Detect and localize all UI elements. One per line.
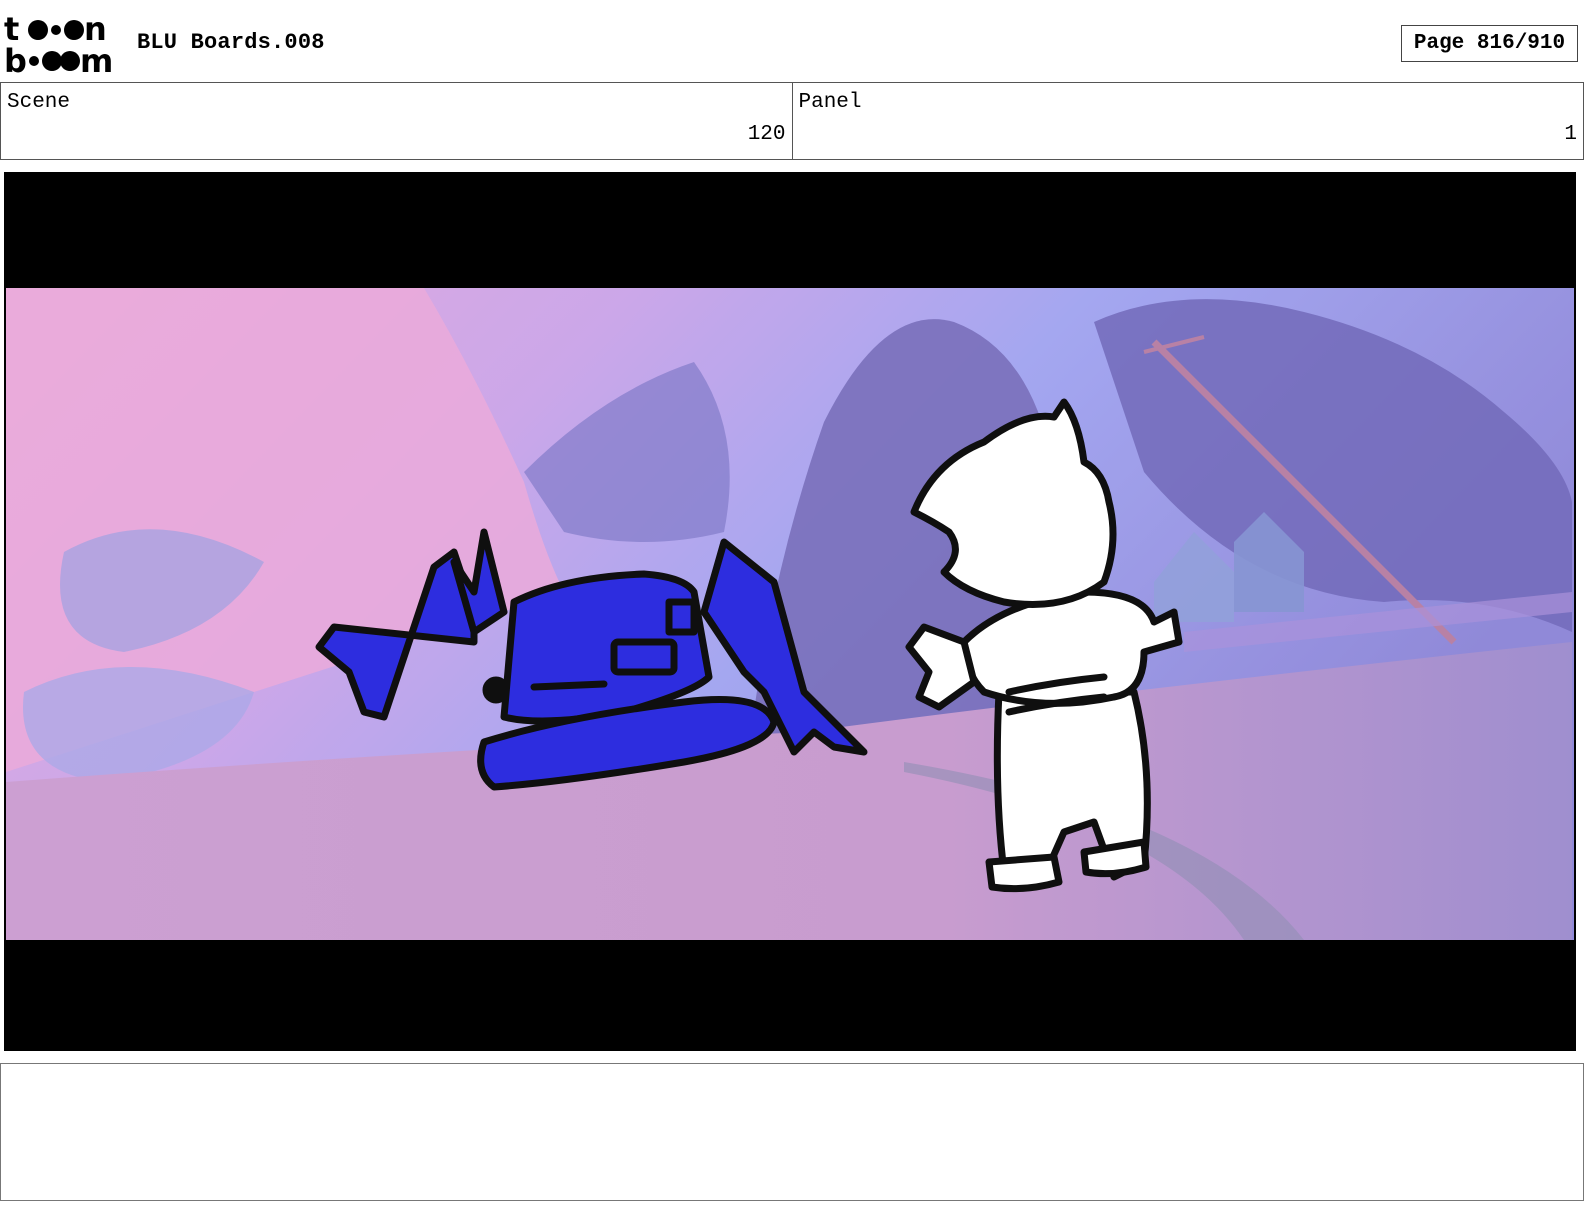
svg-text:m: m: [80, 42, 113, 76]
panel-cell: Panel 1: [791, 83, 1584, 159]
scene-cell: Scene 120: [1, 83, 792, 159]
panel-number: 1: [1564, 123, 1577, 146]
scene-panel-row: Scene 120 Panel 1: [0, 82, 1584, 160]
storyboard-frame: [4, 172, 1576, 1051]
storyboard-image: [6, 288, 1574, 940]
scene-label: Scene: [7, 91, 71, 114]
notes-box: [0, 1063, 1584, 1201]
panel-label: Panel: [798, 91, 862, 114]
scene-number: 120: [747, 123, 786, 146]
document-title: BLU Boards.008: [137, 30, 325, 55]
svg-text:b: b: [4, 42, 27, 76]
page-indicator: Page 816/910: [1401, 25, 1578, 62]
toon-boom-logo: t n b m: [4, 12, 113, 76]
